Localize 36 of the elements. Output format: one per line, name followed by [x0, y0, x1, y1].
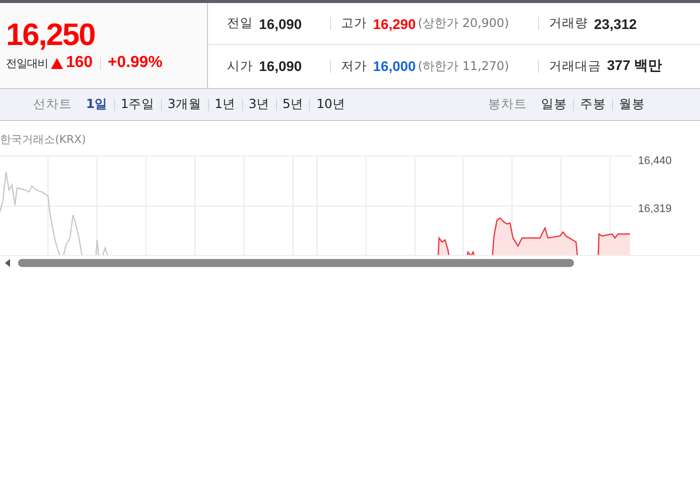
current-price: 16,250	[6, 18, 96, 52]
up-triangle-icon	[51, 58, 63, 68]
stat-label: 전일	[227, 15, 253, 32]
period-tab[interactable]: 3년	[248, 96, 270, 113]
period-tab[interactable]: 5년	[282, 96, 304, 113]
price-limit: (상한가 20,900)	[418, 15, 509, 32]
change-label: 전일대비	[6, 56, 48, 70]
period-tab[interactable]: 1주일	[120, 96, 155, 113]
stat-label: 거래량	[549, 15, 588, 32]
scrollbar-thumb[interactable]	[18, 258, 574, 266]
stat-value: 377 백만	[607, 57, 662, 75]
price-axis-label: 16,319	[638, 203, 672, 215]
stat-label: 저가	[341, 58, 367, 74]
period-tab[interactable]: 1년	[214, 96, 236, 113]
stat-label: 거래대금	[549, 58, 601, 74]
stat-label: 시가	[227, 58, 253, 74]
stat-value: 16,090	[259, 58, 302, 74]
stat-value: 23,312	[594, 16, 637, 32]
price-axis-label: 16,440	[638, 155, 672, 167]
period-tab[interactable]: 3개월	[168, 96, 202, 113]
period-tab[interactable]: 10년	[316, 96, 346, 113]
stat-label: 고가	[341, 15, 367, 32]
stat-value: 16,090	[259, 16, 302, 32]
price-change: 160	[66, 54, 93, 72]
change-percent: +0.99%	[108, 54, 162, 72]
stat-value: 16,000	[373, 58, 416, 74]
price-limit: (하한가 11,270)	[418, 58, 509, 74]
tab-group-label: 선차트	[33, 96, 72, 113]
scroll-left-icon[interactable]	[5, 258, 10, 266]
period-tab[interactable]: 1일	[86, 96, 108, 113]
tab-group-label: 봉차트	[488, 96, 527, 113]
stat-value: 16,290	[373, 16, 416, 32]
candle-tab[interactable]: 일봉	[541, 96, 567, 113]
candle-tab[interactable]: 월봉	[619, 96, 645, 113]
exchange-label: 한국거래소(KRX)	[0, 132, 87, 146]
candle-tab[interactable]: 주봉	[580, 96, 606, 113]
